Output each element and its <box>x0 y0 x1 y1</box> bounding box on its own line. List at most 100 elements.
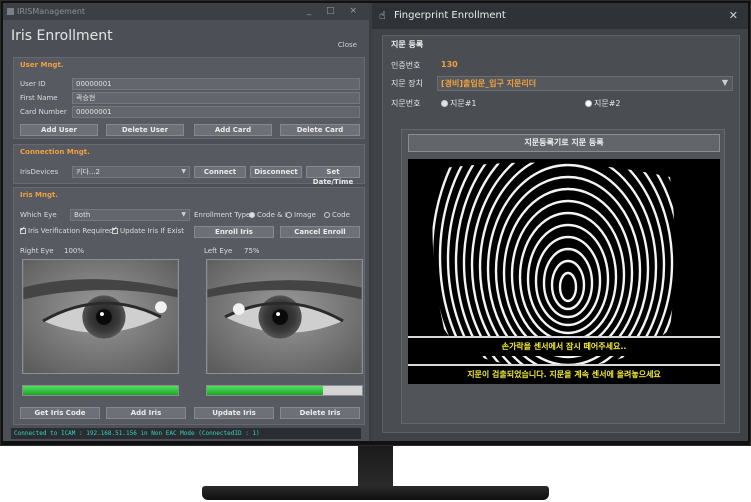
connection-section: Connection Mngt. IrisDevices 키다...2 ▼ Co… <box>13 144 365 186</box>
update-if-exist-label: Update Iris If Exist <box>120 227 184 235</box>
card-number-field[interactable]: 00000001 <box>72 106 360 118</box>
fingerprint-device-value: [경비]출입문_입구 지문리더 <box>441 79 537 88</box>
left-eye-image <box>206 259 363 374</box>
enrollment-type-code-image-radio[interactable]: Code & I <box>249 211 287 219</box>
left-eye-progress <box>206 385 363 396</box>
right-eye-image <box>22 259 179 374</box>
status-bar: Connected to ICAM : 192.168.51.156 in No… <box>11 428 361 439</box>
fingerprint-panel: 지문 등록 인증번호 130 지문 장치 [경비]출입문_입구 지문리더 ▼ 지… <box>382 35 740 433</box>
left-eye-picture <box>207 260 362 373</box>
left-eye-label: Left Eye <box>204 247 233 255</box>
enrollment-type-image-radio[interactable]: Image <box>286 211 316 219</box>
left-eye-percent: 75% <box>244 247 260 255</box>
user-id-field[interactable]: 00000001 <box>72 78 360 90</box>
fingerprint-message-2: 지문이 검출되었습니다. 지문을 계속 센서에 올려놓으세요 <box>408 364 720 384</box>
user-section-title: User Mngt. <box>20 61 64 69</box>
auth-number-value: 130 <box>441 60 458 69</box>
connect-button[interactable]: Connect <box>194 166 246 178</box>
right-eye-percent: 100% <box>64 247 85 255</box>
iris-section-title: Iris Mngt. <box>20 191 59 199</box>
chevron-down-icon: ▼ <box>181 211 186 218</box>
iris-devices-value: 키다...2 <box>76 168 101 176</box>
right-eye-picture <box>23 260 178 373</box>
first-name-field[interactable]: 곽승현 <box>72 92 360 104</box>
finger-2-label: 지문#2 <box>594 99 621 108</box>
get-iris-code-button[interactable]: Get Iris Code <box>20 407 100 419</box>
verification-required-checkbox[interactable]: Iris Verification Required <box>20 225 114 235</box>
radio-selected-icon <box>441 100 448 107</box>
fingerprint-window-title: Fingerprint Enrollment <box>394 10 506 21</box>
finger-number-label: 지문번호 <box>391 99 421 108</box>
user-id-label: User ID <box>20 80 46 88</box>
app-icon <box>7 8 14 15</box>
update-iris-button[interactable]: Update Iris <box>194 407 274 419</box>
finger-2-radio[interactable]: 지문#2 <box>585 98 621 109</box>
monitor-stand-base <box>202 486 549 500</box>
screen: IRISManagement _ □ × Iris Enrollment Clo… <box>3 3 748 441</box>
update-if-exist-checkbox[interactable]: Update Iris If Exist <box>112 225 184 235</box>
iris-header: Iris Enrollment Close <box>3 20 369 54</box>
right-eye-progress-fill <box>23 386 178 395</box>
fingerprint-message-1: 손가락을 센서에서 잠시 떼어주세요.. <box>408 336 720 356</box>
which-eye-label: Which Eye <box>20 211 57 219</box>
fingerprint-picture <box>432 162 675 365</box>
iris-devices-select[interactable]: 키다...2 ▼ <box>72 166 190 178</box>
which-eye-select[interactable]: Both ▼ <box>70 209 190 221</box>
radio-selected-icon <box>249 212 255 218</box>
finger-1-radio[interactable]: 지문#1 <box>441 98 477 109</box>
cancel-enroll-button[interactable]: Cancel Enroll <box>280 226 360 238</box>
set-datetime-button[interactable]: Set Date/Time <box>306 166 360 186</box>
iris-window: IRISManagement _ □ × Iris Enrollment Clo… <box>3 3 369 441</box>
user-section: User Mngt. User ID 00000001 First Name 곽… <box>13 57 365 139</box>
add-card-button[interactable]: Add Card <box>194 124 272 136</box>
delete-card-button[interactable]: Delete Card <box>280 124 360 136</box>
fingerprint-section-title: 지문 등록 <box>391 40 424 49</box>
verification-required-label: Iris Verification Required <box>28 227 114 235</box>
monitor-frame: IRISManagement _ □ × Iris Enrollment Clo… <box>0 0 751 446</box>
fingerprint-titlebar[interactable]: ☝ Fingerprint Enrollment ✕ <box>372 3 748 29</box>
left-eye-progress-fill <box>207 386 324 395</box>
fingerprint-image <box>408 159 720 365</box>
opt-code-image-label: Code & I <box>257 211 287 219</box>
radio-icon <box>286 212 292 218</box>
chevron-down-icon: ▼ <box>181 168 186 175</box>
finger-1-label: 지문#1 <box>450 99 477 108</box>
radio-icon <box>585 100 592 107</box>
monitor-stand-neck <box>358 446 393 488</box>
radio-icon <box>324 212 330 218</box>
connection-section-title: Connection Mngt. <box>20 148 90 156</box>
disconnect-button[interactable]: Disconnect <box>250 166 302 178</box>
close-icon[interactable]: ✕ <box>729 3 738 29</box>
which-eye-value: Both <box>74 211 91 219</box>
iris-section: Iris Mngt. Which Eye Both ▼ Enrollment T… <box>13 187 365 425</box>
page-title: Iris Enrollment <box>11 28 113 44</box>
fingerprint-area: 지문등록기로 지문 등록 손가락을 센서에서 잠시 떼어주세요.. 지문이 검출… <box>401 129 725 424</box>
iris-devices-label: IrisDevices <box>20 168 59 176</box>
fingerprint-window: ☝ Fingerprint Enrollment ✕ 지문 등록 인증번호 13… <box>372 3 748 441</box>
right-eye-label: Right Eye <box>20 247 54 255</box>
auth-number-label: 인증번호 <box>391 61 421 70</box>
enroll-fingerprint-button[interactable]: 지문등록기로 지문 등록 <box>408 134 720 152</box>
add-user-button[interactable]: Add User <box>20 124 98 136</box>
window-controls[interactable]: _ □ × <box>307 3 363 20</box>
fingerprint-device-label: 지문 장치 <box>391 79 423 88</box>
hand-icon: ☝ <box>379 9 386 22</box>
close-link[interactable]: Close <box>338 41 357 49</box>
fingerprint-device-select[interactable]: [경비]출입문_입구 지문리더 ▼ <box>437 76 733 91</box>
stage: IRISManagement _ □ × Iris Enrollment Clo… <box>0 0 751 502</box>
iris-window-title-text: IRISManagement <box>17 7 86 16</box>
chevron-down-icon: ▼ <box>721 78 728 87</box>
checkbox-checked-icon <box>112 225 118 234</box>
iris-window-titlebar[interactable]: IRISManagement _ □ × <box>3 3 369 20</box>
checkbox-checked-icon <box>20 225 26 234</box>
enrollment-type-code-radio[interactable]: Code <box>324 211 350 219</box>
delete-user-button[interactable]: Delete User <box>106 124 184 136</box>
opt-image-label: Image <box>294 211 316 219</box>
card-number-label: Card Number <box>20 108 67 116</box>
enrollment-type-label: Enrollment Type <box>194 211 251 219</box>
enroll-iris-button[interactable]: Enroll Iris <box>194 226 274 238</box>
add-iris-button[interactable]: Add Iris <box>106 407 186 419</box>
right-eye-progress <box>22 385 179 396</box>
first-name-label: First Name <box>20 94 58 102</box>
delete-iris-button[interactable]: Delete Iris <box>280 407 360 419</box>
